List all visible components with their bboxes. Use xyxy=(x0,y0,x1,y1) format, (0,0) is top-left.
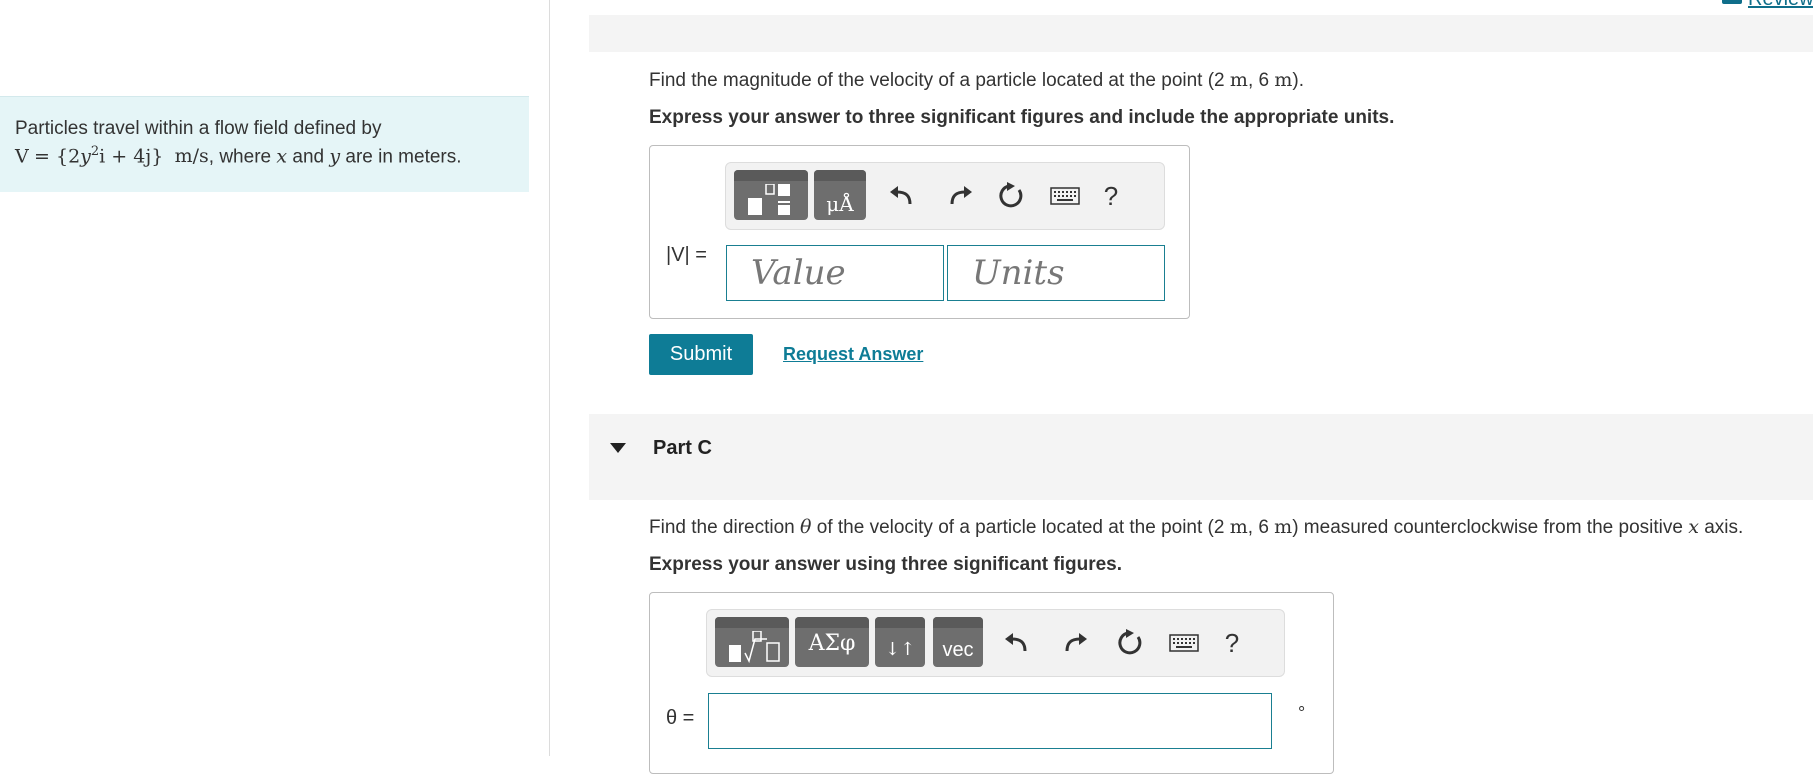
part-b-question-end: ). xyxy=(1292,70,1304,91)
part-b-question: Find the magnitude of the velocity of a … xyxy=(649,69,1304,92)
problem-tail-1: , where xyxy=(208,146,272,168)
part-c-question-end: axis. xyxy=(1704,517,1744,538)
undo-icon[interactable] xyxy=(884,179,918,213)
units-icon: μÅ xyxy=(826,192,854,216)
keyboard-icon[interactable] xyxy=(1048,179,1082,213)
velocity-units: m/s xyxy=(174,145,209,168)
var-x: x xyxy=(276,145,288,168)
pane-divider xyxy=(549,0,550,756)
help-icon[interactable]: ? xyxy=(1094,179,1128,213)
greek-icon: ΑΣφ xyxy=(808,631,856,656)
value-input[interactable] xyxy=(726,245,944,301)
templates-button[interactable] xyxy=(734,170,808,220)
part-c-answer-box: ΑΣφ ↓↑ vec ? θ = ° xyxy=(649,592,1334,774)
units-input[interactable] xyxy=(947,245,1165,301)
part-c-header[interactable] xyxy=(589,414,1813,500)
part-c-question: Find the direction θ of the velocity of … xyxy=(649,516,1743,539)
units-button[interactable]: μÅ xyxy=(814,170,866,220)
velocity-y: y xyxy=(80,145,91,168)
var-y: y xyxy=(329,145,341,168)
part-b-question-text: Find the magnitude of the velocity of a … xyxy=(649,70,1225,91)
button-cap xyxy=(795,617,869,628)
part-c-title: Part C xyxy=(653,437,712,459)
problem-line-1: Particles travel within a flow field def… xyxy=(15,118,382,139)
magnitude-label: |V| = xyxy=(666,244,707,266)
undo-icon[interactable] xyxy=(999,626,1033,660)
word-and: and xyxy=(292,146,325,168)
part-c-toolbar: ΑΣφ ↓↑ vec ? xyxy=(706,609,1285,677)
vec-icon: vec xyxy=(942,639,974,661)
velocity-rest: i + 4j} xyxy=(99,145,164,168)
unit-m: m xyxy=(1274,516,1293,538)
part-c-question-text: Find the direction xyxy=(649,517,795,538)
button-cap xyxy=(875,617,925,628)
request-answer-link[interactable]: Request Answer xyxy=(783,344,923,365)
keyboard-icon[interactable] xyxy=(1167,626,1201,660)
degree-symbol: ° xyxy=(1298,703,1306,723)
redo-icon[interactable] xyxy=(1059,626,1093,660)
velocity-eq: = {2 xyxy=(34,145,81,168)
review-link[interactable]: Review xyxy=(1748,0,1813,11)
part-b-answer-box: μÅ ? |V| = xyxy=(649,145,1190,319)
left-pane: Particles travel within a flow field def… xyxy=(0,0,549,756)
unit-m: m xyxy=(1229,516,1248,538)
reset-icon[interactable] xyxy=(1113,626,1147,660)
part-b-toolbar: μÅ ? xyxy=(725,162,1165,230)
math-templates-button[interactable] xyxy=(715,617,789,667)
templates-icon xyxy=(748,184,790,215)
theta-label: θ = xyxy=(666,707,695,729)
problem-line-2: V = {2y2i + 4j} m/s, where x and y are i… xyxy=(15,144,462,168)
velocity-symbol: V xyxy=(15,145,29,168)
greek-button[interactable]: ΑΣφ xyxy=(795,617,869,667)
collapse-caret-icon[interactable] xyxy=(610,443,626,453)
var-x: x xyxy=(1688,516,1699,538)
unit-m: m xyxy=(1274,69,1293,91)
theta-symbol: θ xyxy=(800,516,812,538)
arrows-icon: ↓↑ xyxy=(884,639,916,660)
problem-statement: Particles travel within a flow field def… xyxy=(0,96,529,192)
button-cap xyxy=(734,170,808,181)
help-icon[interactable]: ? xyxy=(1215,626,1249,660)
part-b-header-band xyxy=(589,15,1813,52)
part-b-instruction: Express your answer to three significant… xyxy=(649,107,1395,128)
unit-m: m xyxy=(1229,69,1248,91)
subscript-superscript-button[interactable]: ↓↑ xyxy=(875,617,925,667)
button-cap xyxy=(933,617,983,628)
sqrt-templates-icon xyxy=(729,631,780,663)
button-cap xyxy=(814,170,866,181)
velocity-exponent: 2 xyxy=(90,144,100,159)
vector-button[interactable]: vec xyxy=(933,617,983,667)
part-c-question-mid2: ) measured counterclockwise from the pos… xyxy=(1292,517,1683,538)
reset-icon[interactable] xyxy=(994,179,1028,213)
part-c-comma: , 6 xyxy=(1247,517,1269,538)
button-cap xyxy=(715,617,789,628)
submit-button[interactable]: Submit xyxy=(649,334,753,375)
part-c-question-mid: of the velocity of a particle located at… xyxy=(816,517,1225,538)
review-icon[interactable] xyxy=(1722,0,1742,4)
redo-icon[interactable] xyxy=(944,179,978,213)
theta-input[interactable] xyxy=(708,693,1272,749)
part-b-comma: , 6 xyxy=(1247,70,1270,91)
problem-tail-2: are in meters. xyxy=(345,146,462,168)
part-c-instruction: Express your answer using three signific… xyxy=(649,554,1123,575)
